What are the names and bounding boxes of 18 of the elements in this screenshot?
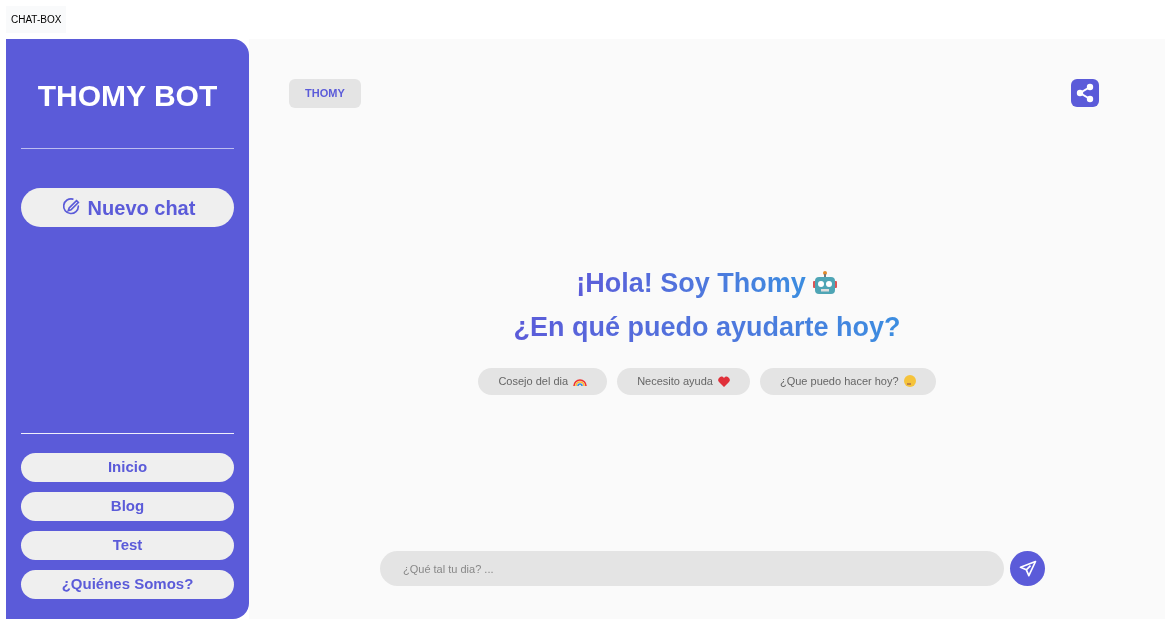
app-title: THOMY BOT bbox=[36, 78, 219, 114]
message-input[interactable]: ¿Qué tal tu dia? ... bbox=[380, 551, 1004, 586]
nav-button[interactable]: ¿Quiénes Somos? bbox=[21, 570, 234, 599]
thinking-face-icon bbox=[903, 375, 916, 387]
robot-icon bbox=[811, 269, 838, 296]
new-chat-button[interactable]: Nuevo chat bbox=[21, 188, 234, 227]
nav-button[interactable]: Inicio bbox=[21, 453, 234, 482]
nav-button[interactable]: Test bbox=[21, 531, 234, 560]
heart-icon bbox=[717, 375, 730, 387]
bot-name-badge: THOMY bbox=[289, 79, 361, 108]
suggestion-chip[interactable]: Necesito ayuda bbox=[617, 367, 750, 395]
suggestion-chip[interactable]: ¿Que puedo hacer hoy? bbox=[759, 367, 936, 395]
send-icon bbox=[1017, 558, 1038, 579]
suggestion-chip[interactable]: Cosejo del dia bbox=[478, 367, 608, 395]
send-button[interactable] bbox=[1010, 551, 1045, 586]
nav-button[interactable]: Blog bbox=[21, 492, 234, 521]
share-icon[interactable] bbox=[1071, 79, 1099, 108]
window-title: CHAT-BOX bbox=[6, 6, 67, 33]
